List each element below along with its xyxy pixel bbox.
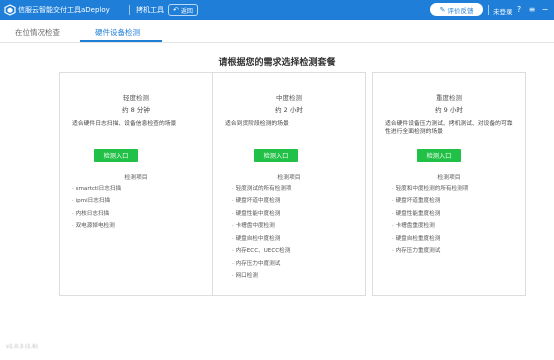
app-title: 信服云智能交付工具aDeploy bbox=[18, 6, 110, 14]
list-item: · 内核日志扫描 bbox=[72, 210, 110, 217]
tab-presence-check[interactable]: 在位情况检查 bbox=[15, 27, 60, 38]
items-title: 检测项目 bbox=[124, 175, 148, 181]
card-description: 适合硬件设备压力测试、拷机测试、对设备的可靠性进行全面检测的场景 bbox=[385, 121, 513, 135]
list-item: · 轻度测试的所有检测项 bbox=[232, 186, 292, 192]
package-card-light: 轻度检测 约 8 分钟 适合硬件日志扫描、设备信息检查的场景 检测入口 检测项目… bbox=[59, 72, 213, 296]
detect-entry-button[interactable]: 检测入口 bbox=[417, 149, 461, 162]
items-list: · smartctl日志扫描 · ipmi日志扫描 · 内核日志扫描 · 双电源… bbox=[72, 186, 121, 236]
items-list: · 轻度测试的所有检测项 · 硬盘坏道中度检测 · 硬盘性能中度检测 · 卡槽盘… bbox=[232, 186, 292, 286]
back-button[interactable]: ↶ 返回 bbox=[168, 4, 198, 16]
list-item: · 内存压力中度测试 bbox=[232, 260, 281, 267]
back-button-label: 返回 bbox=[180, 7, 193, 15]
card-title: 中度检测 bbox=[276, 94, 302, 102]
list-item: · 卡槽盘重度检测 bbox=[392, 223, 435, 230]
list-item: · 硬盘自检重度检测 bbox=[392, 235, 441, 242]
list-item: · 硬盘坏道中度检测 bbox=[232, 198, 281, 205]
list-item: · smartctl日志扫描 bbox=[72, 186, 122, 192]
package-card-medium: 中度检测 约 2 小时 适合到货阶段检测的场景 检测入口 检测项目 · 轻度测试… bbox=[212, 72, 366, 296]
logo-icon bbox=[4, 4, 16, 16]
card-duration: 约 8 分钟 bbox=[122, 106, 150, 114]
items-title: 检测项目 bbox=[277, 175, 301, 181]
package-card-heavy: 重度检测 约 9 小时 适合硬件设备压力测试、拷机测试、对设备的可靠性进行全面检… bbox=[372, 72, 526, 296]
menu-icon[interactable]: ≡ bbox=[527, 3, 537, 16]
card-description: 适合到货阶段检测的场景 bbox=[225, 121, 289, 127]
list-item: · 卡槽盘中度检测 bbox=[232, 223, 275, 230]
title-separator bbox=[488, 5, 489, 15]
pen-icon: ✎ bbox=[439, 5, 446, 14]
card-description: 适合硬件日志扫描、设备信息检查的场景 bbox=[72, 121, 177, 127]
list-item: · 硬盘性能重度检测 bbox=[392, 210, 441, 217]
card-title: 轻度检测 bbox=[123, 94, 149, 102]
title-bar: 信服云智能交付工具aDeploy 拷机工具 ↶ 返回 ✎ 评价反馈 未登录 ? … bbox=[0, 0, 554, 20]
window-controls: ? ≡ − ✕ bbox=[514, 3, 554, 16]
feedback-button-label: 评价反馈 bbox=[447, 6, 474, 15]
title-divider bbox=[129, 5, 130, 15]
version-text: v1.0.3 (1.6) bbox=[6, 344, 39, 350]
list-item: · 网口检测 bbox=[232, 273, 258, 280]
help-icon[interactable]: ? bbox=[514, 3, 524, 16]
list-item: · 内存压力重度测试 bbox=[392, 248, 441, 255]
items-title: 检测项目 bbox=[437, 175, 461, 181]
list-item: · 内存ECC、UECC检测 bbox=[232, 248, 291, 255]
tool-title: 拷机工具 bbox=[136, 6, 164, 14]
list-item: · 双电源掉电检测 bbox=[72, 223, 115, 230]
page-heading: 请根据您的需求选择检测套餐 bbox=[218, 58, 336, 68]
card-duration: 约 9 小时 bbox=[435, 106, 463, 114]
detect-entry-button[interactable]: 检测入口 bbox=[254, 149, 298, 162]
tab-hardware-check[interactable]: 硬件设备检测 bbox=[95, 27, 140, 38]
list-item: · ipmi日志扫描 bbox=[72, 198, 111, 205]
list-item: · 硬盘性能中度检测 bbox=[232, 210, 281, 217]
login-link[interactable]: 未登录 bbox=[493, 6, 513, 16]
list-item: · 轻度和中度检测的所有检测项 bbox=[392, 186, 469, 192]
feedback-button[interactable]: ✎ 评价反馈 bbox=[430, 3, 483, 16]
card-duration: 约 2 小时 bbox=[275, 106, 303, 114]
list-item: · 硬盘自检中度检测 bbox=[232, 235, 281, 242]
items-list: · 轻度和中度检测的所有检测项 · 硬盘坏道重度检测 · 硬盘性能重度检测 · … bbox=[392, 186, 510, 261]
back-arrow-icon: ↶ bbox=[173, 5, 179, 14]
tab-divider bbox=[0, 42, 554, 43]
detect-entry-button[interactable]: 检测入口 bbox=[94, 149, 138, 162]
card-title: 重度检测 bbox=[436, 94, 462, 102]
minimize-icon[interactable]: − bbox=[540, 3, 550, 16]
list-item: · 硬盘坏道重度检测 bbox=[392, 198, 441, 205]
